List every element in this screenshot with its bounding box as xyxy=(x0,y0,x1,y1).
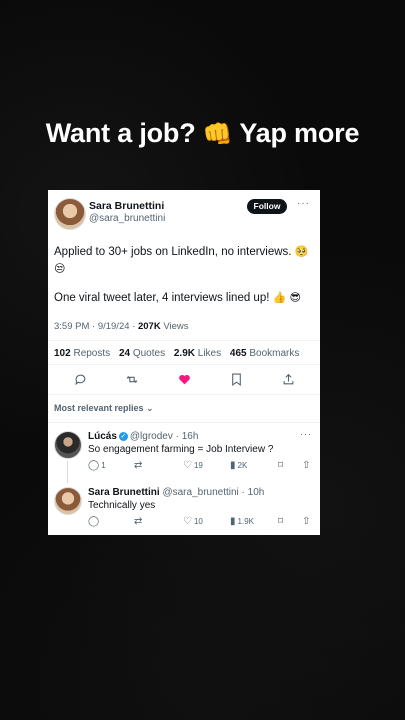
thread-line xyxy=(67,461,68,483)
tweet-card: Sara Brunettini @sara_brunettini Follow … xyxy=(48,190,320,535)
reply-avatar[interactable] xyxy=(54,487,82,515)
headline-text-start: Want a job? xyxy=(45,118,196,148)
share-icon: ⇧ xyxy=(302,460,311,471)
reply-author-name[interactable]: Sara Brunettini xyxy=(88,487,160,498)
unamused-face-emoji: 😒 xyxy=(54,261,66,275)
bookmark-icon: ⌑ xyxy=(278,516,284,527)
reply-icon: ◯ xyxy=(88,460,100,471)
reply-actions: ◯ 1 ⇄ ♡ 19 ▮ 2K ⌑ ⇧ xyxy=(88,460,314,472)
tweet-meta: 3:59 PM · 9/19/24 · 207K Views xyxy=(54,321,189,332)
reply-bookmark-button[interactable]: ⌑ xyxy=(278,460,285,471)
thumbs-up-emoji: 👍 xyxy=(272,291,287,304)
bookmarks-stat[interactable]: 465 Bookmarks xyxy=(230,348,299,359)
reply-author-name[interactable]: Lúcás xyxy=(88,431,117,442)
tweet-header: Sara Brunettini @sara_brunettini Follow … xyxy=(54,198,314,232)
reply-bookmark-button[interactable]: ⌑ xyxy=(278,516,285,527)
divider xyxy=(48,364,320,365)
reply-share-button[interactable]: ⇧ xyxy=(302,516,312,527)
tweet-actions xyxy=(48,373,320,391)
tweet-line1-text: Applied to 30+ jobs on LinkedIn, no inte… xyxy=(54,246,292,258)
tweet-timestamp[interactable]: 3:59 PM · 9/19/24 · xyxy=(54,321,138,332)
reply-item[interactable]: Sara Brunettini @sara_brunettini · 10h T… xyxy=(48,483,320,535)
reply-views-button[interactable]: ▮ 1.9K xyxy=(230,516,254,527)
views-icon: ▮ xyxy=(230,516,236,527)
author-avatar[interactable] xyxy=(54,198,86,230)
reply-like-button[interactable]: ♡ 19 xyxy=(183,460,203,471)
reposts-stat[interactable]: 102 Reposts xyxy=(54,348,110,359)
reply-reply-button[interactable]: ◯ xyxy=(88,516,101,527)
reply-actions: ◯ ⇄ ♡ 10 ▮ 1.9K ⌑ ⇧ xyxy=(88,516,314,528)
divider xyxy=(48,394,320,395)
reply-reply-button[interactable]: ◯ 1 xyxy=(88,460,106,471)
reply-author: Sara Brunettini @sara_brunettini · 10h xyxy=(88,487,264,498)
video-headline: Want a job? 👊 Yap more xyxy=(0,118,405,149)
bookmark-icon: ⌑ xyxy=(278,460,284,471)
divider xyxy=(48,340,320,341)
repost-icon: ⇄ xyxy=(134,460,143,471)
tweet-text-line1: Applied to 30+ jobs on LinkedIn, no inte… xyxy=(54,244,310,277)
reply-time: · 16h xyxy=(172,431,199,442)
reply-sort-dropdown[interactable]: Most relevant replies ⌄ xyxy=(54,403,154,414)
verified-badge-icon: ✓ xyxy=(118,431,128,441)
follow-button[interactable]: Follow xyxy=(247,199,287,214)
reply-handle[interactable]: @sara_brunettini xyxy=(162,487,238,498)
reply-icon: ◯ xyxy=(88,516,100,527)
repost-icon[interactable] xyxy=(124,373,140,389)
share-icon: ⇧ xyxy=(302,516,311,527)
share-icon[interactable] xyxy=(280,373,296,389)
repost-icon: ⇄ xyxy=(134,516,143,527)
reply-repost-button[interactable]: ⇄ xyxy=(134,460,144,471)
fist-emoji: 👊 xyxy=(202,120,233,148)
views-icon: ▮ xyxy=(230,460,236,471)
reply-more-icon[interactable]: ··· xyxy=(300,429,312,439)
heart-icon: ♡ xyxy=(183,516,192,527)
bookmark-icon[interactable] xyxy=(228,373,244,389)
heart-icon: ♡ xyxy=(183,460,192,471)
tweet-stats: 102 Reposts 24 Quotes 2.9K Likes 465 Boo… xyxy=(54,348,305,359)
reply-handle[interactable]: @lgrodev xyxy=(130,431,173,442)
divider xyxy=(48,422,320,423)
reply-repost-button[interactable]: ⇄ xyxy=(134,516,144,527)
reply-avatar[interactable] xyxy=(54,431,82,459)
more-options-icon[interactable]: ··· xyxy=(297,198,310,209)
reply-like-button[interactable]: ♡ 10 xyxy=(183,516,203,527)
author-handle[interactable]: @sara_brunettini xyxy=(89,213,165,224)
reply-author: Lúcás ✓ @lgrodev · 16h xyxy=(88,431,198,442)
tweet-text-line2: One viral tweet later, 4 interviews line… xyxy=(54,290,310,307)
sunglasses-emoji: 😎 xyxy=(289,291,301,304)
reply-text: So engagement farming = Job Interview ? xyxy=(88,444,274,455)
liked-heart-icon[interactable] xyxy=(176,373,192,389)
views-label: Views xyxy=(160,321,189,332)
reply-views-button[interactable]: ▮ 2K xyxy=(230,460,247,471)
reply-icon[interactable] xyxy=(72,373,88,389)
reply-item[interactable]: Lúcás ✓ @lgrodev · 16h ··· So engagement f… xyxy=(48,427,320,483)
quotes-stat[interactable]: 24 Quotes xyxy=(119,348,165,359)
tweet-line2-text: One viral tweet later, 4 interviews line… xyxy=(54,292,270,304)
headline-text-end: Yap more xyxy=(239,118,360,148)
views-count: 207K xyxy=(137,321,161,332)
reply-share-button[interactable]: ⇧ xyxy=(302,460,312,471)
pleading-face-emoji: 🥺 xyxy=(294,245,309,258)
reply-time: · 10h xyxy=(238,487,265,498)
reply-text: Technically yes xyxy=(88,500,156,511)
author-name[interactable]: Sara Brunettini xyxy=(89,200,164,212)
likes-stat[interactable]: 2.9K Likes xyxy=(174,348,221,359)
